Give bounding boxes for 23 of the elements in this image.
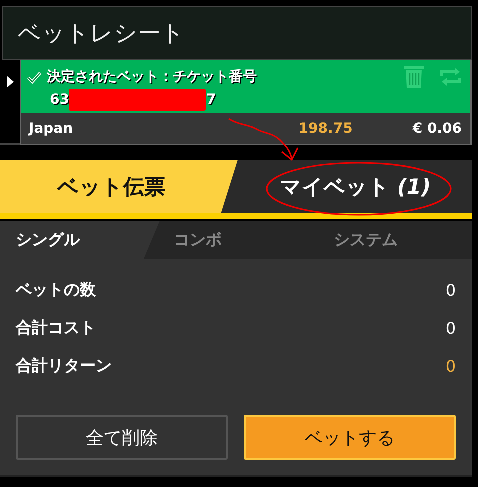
tab[interactable]: ベット伝票 bbox=[0, 160, 238, 213]
tab[interactable]: マイベット (1) bbox=[238, 160, 472, 213]
window-title: ベットレシート bbox=[18, 20, 185, 48]
summary-label: 合計リターン bbox=[16, 356, 112, 376]
place-bet-button[interactable]: ベットする bbox=[244, 415, 456, 460]
repeat-icon[interactable] bbox=[440, 67, 462, 87]
clear-all-button[interactable]: 全て削除 bbox=[16, 415, 228, 460]
stake-value: € 0.06 bbox=[412, 120, 462, 136]
selection-name: Japan bbox=[29, 120, 74, 136]
expand-arrow-icon[interactable] bbox=[6, 76, 14, 88]
summary-label: 合計コスト bbox=[16, 318, 96, 338]
summary-value: 0 bbox=[446, 356, 456, 376]
sub-tab[interactable]: システム bbox=[320, 221, 472, 259]
sub-tab[interactable]: シングル bbox=[0, 221, 160, 259]
ticket-number: 7 bbox=[206, 92, 216, 108]
receipt-heading: 決定されたベット：チケット番号 bbox=[47, 68, 258, 86]
summary-value: 0 bbox=[446, 280, 456, 300]
ticket-number: 63 bbox=[50, 92, 70, 108]
summary-value: 0 bbox=[446, 318, 456, 338]
summary-label: ベットの数 bbox=[16, 280, 96, 300]
sub-tab[interactable]: コンボ bbox=[160, 221, 320, 259]
odds-value: 198.75 bbox=[298, 120, 353, 136]
trash-icon[interactable] bbox=[403, 65, 425, 89]
